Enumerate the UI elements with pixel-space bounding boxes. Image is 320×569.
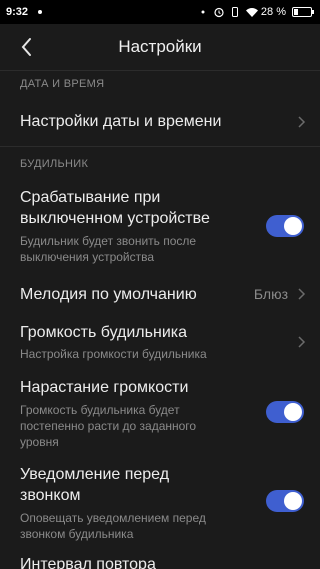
power-off-title-line1: Срабатывание при (20, 189, 161, 206)
toggle-knob (284, 492, 302, 510)
snooze-title: Интервал повтора (20, 556, 156, 569)
ringtone-value: Блюз (253, 286, 288, 302)
battery-icon (292, 7, 314, 17)
ringtone-title: Мелодия по умолчанию (20, 286, 197, 303)
volume-subtitle: Настройка громкости будильника (20, 347, 207, 361)
status-time: 9:32 (6, 6, 29, 18)
datetime-settings-item[interactable]: Настройки даты и времени (0, 100, 320, 144)
chevron-right-icon (296, 115, 306, 129)
divider (0, 70, 320, 71)
chevron-right-icon (296, 335, 306, 349)
ramp-subtitle-line3: уровня (20, 435, 59, 449)
ramp-subtitle-line1: Громкость будильника будет (20, 403, 180, 417)
notification-dots-icon (34, 6, 46, 18)
notify-subtitle-line2: звонком будильника (20, 527, 134, 541)
section-header-datetime: ДАТА И ВРЕМЯ (20, 78, 105, 90)
snooze-interval-item[interactable]: Интервал повтора (0, 552, 320, 569)
divider (0, 146, 320, 147)
alarm-volume-item[interactable]: Громкость будильника Настройка громкости… (0, 320, 320, 366)
wifi-icon (245, 6, 258, 18)
datetime-settings-label: Настройки даты и времени (20, 113, 222, 130)
chevron-right-icon (296, 287, 306, 301)
vibrate-icon (229, 6, 241, 18)
power-off-subtitle-line1: Будильник будет звонить после (20, 234, 197, 248)
back-arrow-icon[interactable] (14, 34, 40, 60)
signal-dots-icon (197, 6, 209, 18)
app-bar: Настройки (0, 24, 320, 70)
volume-title: Громкость будильника (20, 324, 187, 341)
alarm-clock-icon (213, 6, 225, 18)
toggle-knob (284, 403, 302, 421)
notify-title-line1: Уведомление перед (20, 466, 170, 483)
volume-ramp-item[interactable]: Нарастание громкости Громкость будильник… (0, 375, 320, 453)
volume-ramp-toggle[interactable] (266, 401, 304, 423)
pre-alarm-notification-item[interactable]: Уведомление перед звонком Оповещать увед… (0, 462, 320, 546)
battery-percent: 28 % (260, 6, 286, 18)
power-off-title-line2: выключенном устройстве (20, 210, 210, 227)
notify-subtitle-line1: Оповещать уведомлением перед (20, 511, 206, 525)
section-header-alarm: БУДИЛЬНИК (20, 158, 89, 170)
ramp-subtitle-line2: постепенно расти до заданного (20, 419, 197, 433)
status-bar: 9:32 28 % (0, 0, 320, 24)
notify-title-line2: звонком (20, 487, 81, 504)
toggle-knob (284, 217, 302, 235)
power-off-alarm-item[interactable]: Срабатывание при выключенном устройстве … (0, 183, 320, 269)
pre-alarm-notification-toggle[interactable] (266, 490, 304, 512)
page-title: Настройки (118, 37, 202, 56)
power-off-toggle[interactable] (266, 215, 304, 237)
ramp-title: Нарастание громкости (20, 379, 189, 396)
default-ringtone-item[interactable]: Мелодия по умолчанию Блюз (0, 278, 320, 310)
power-off-subtitle-line2: выключения устройства (20, 250, 155, 264)
